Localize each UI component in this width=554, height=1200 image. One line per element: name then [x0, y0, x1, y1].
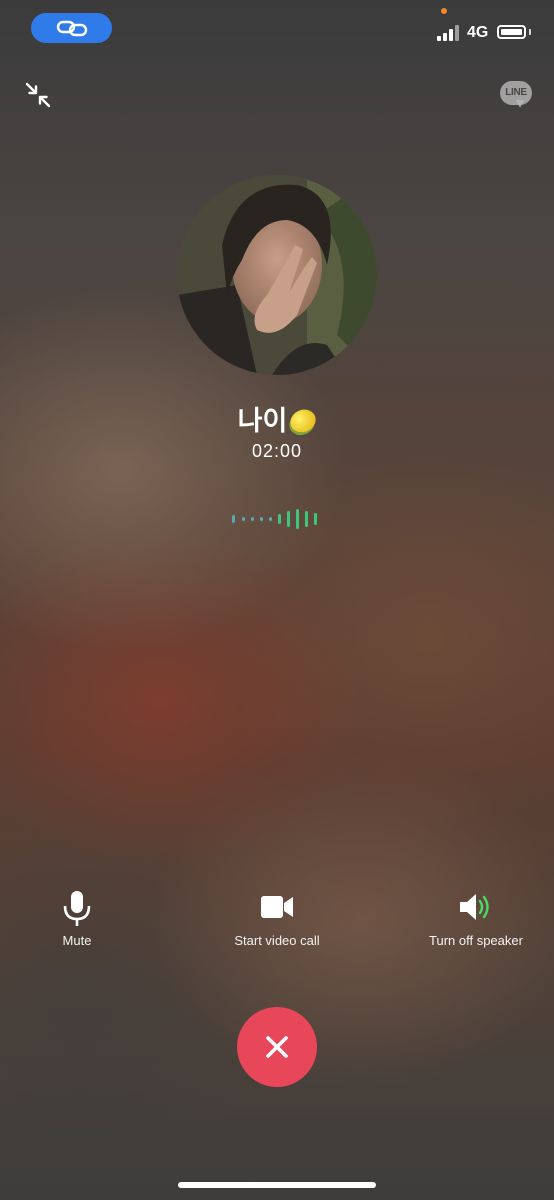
caller-avatar: [177, 175, 377, 375]
line-logo-text: LINE: [505, 87, 527, 98]
minimize-call-button[interactable]: [24, 81, 52, 109]
video-camera-icon: [261, 896, 293, 918]
microphone-icon: [63, 891, 91, 926]
home-indicator: [178, 1182, 376, 1188]
turn-off-speaker-button[interactable]: Turn off speaker: [416, 888, 536, 948]
battery-icon: [497, 25, 526, 39]
start-video-call-button[interactable]: Start video call: [217, 888, 337, 948]
end-call-button[interactable]: [237, 1007, 317, 1087]
start-video-call-label: Start video call: [234, 933, 320, 948]
turn-off-speaker-label: Turn off speaker: [429, 933, 523, 948]
call-duration: 02:00: [251, 441, 303, 461]
recording-indicator-dot: [441, 8, 447, 14]
link-pill[interactable]: [31, 13, 112, 43]
battery-tip: [529, 29, 531, 35]
audio-waveform: [232, 509, 324, 529]
signal-strength-icon: [437, 25, 461, 41]
network-type: 4G: [467, 24, 489, 41]
line-logo: LINE: [500, 81, 532, 109]
lemon-emoji-icon: [286, 405, 320, 437]
close-x-icon: [266, 1036, 288, 1058]
link-icon: [56, 20, 88, 37]
caller-name: 나이: [0, 399, 554, 438]
collapse-arrows-icon: [25, 82, 51, 108]
caller-name-text: 나이: [237, 406, 288, 436]
mute-label: Mute: [62, 933, 92, 948]
speaker-on-icon: [460, 894, 489, 920]
mute-button[interactable]: Mute: [17, 888, 137, 948]
